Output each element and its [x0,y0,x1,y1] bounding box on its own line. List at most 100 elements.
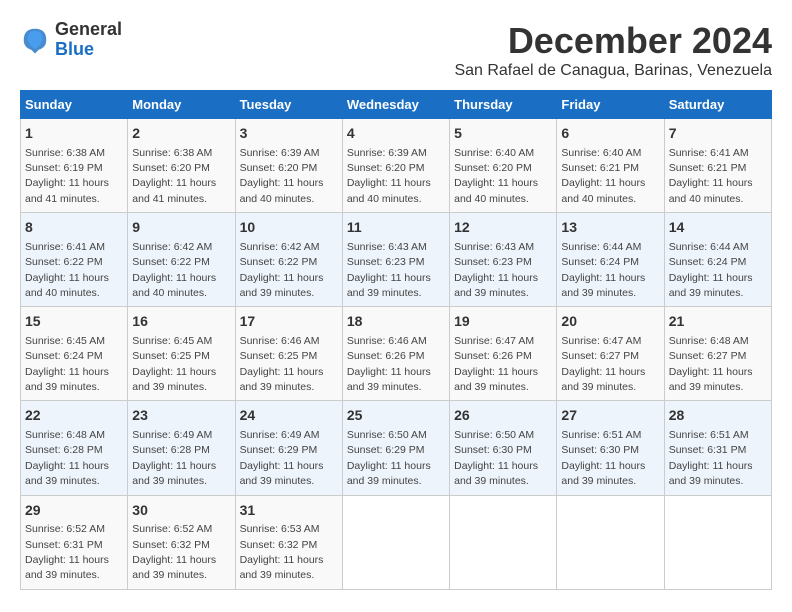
day-number: 17 [240,312,338,332]
day-number: 30 [132,501,230,521]
day-number: 5 [454,124,552,144]
day-header-thursday: Thursday [450,91,557,119]
calendar-day-14: 14 Sunrise: 6:44 AMSunset: 6:24 PMDaylig… [664,213,771,307]
day-number: 26 [454,406,552,426]
calendar-day-19: 19 Sunrise: 6:47 AMSunset: 6:26 PMDaylig… [450,307,557,401]
day-number: 9 [132,218,230,238]
title-block: December 2024 San Rafael de Canagua, Bar… [454,20,772,80]
calendar-week-2: 8 Sunrise: 6:41 AMSunset: 6:22 PMDayligh… [21,213,772,307]
calendar-day-28: 28 Sunrise: 6:51 AMSunset: 6:31 PMDaylig… [664,401,771,495]
calendar-day-26: 26 Sunrise: 6:50 AMSunset: 6:30 PMDaylig… [450,401,557,495]
day-info: Sunrise: 6:51 AMSunset: 6:31 PMDaylight:… [669,429,753,487]
day-header-saturday: Saturday [664,91,771,119]
calendar-day-11: 11 Sunrise: 6:43 AMSunset: 6:23 PMDaylig… [342,213,449,307]
day-info: Sunrise: 6:51 AMSunset: 6:30 PMDaylight:… [561,429,645,487]
day-info: Sunrise: 6:48 AMSunset: 6:27 PMDaylight:… [669,335,753,393]
day-info: Sunrise: 6:40 AMSunset: 6:21 PMDaylight:… [561,147,645,205]
day-header-monday: Monday [128,91,235,119]
logo-icon [20,25,50,55]
day-number: 27 [561,406,659,426]
calendar-day-15: 15 Sunrise: 6:45 AMSunset: 6:24 PMDaylig… [21,307,128,401]
calendar-day-21: 21 Sunrise: 6:48 AMSunset: 6:27 PMDaylig… [664,307,771,401]
day-info: Sunrise: 6:53 AMSunset: 6:32 PMDaylight:… [240,523,324,581]
month-title: December 2024 [454,20,772,62]
day-number: 19 [454,312,552,332]
day-number: 31 [240,501,338,521]
day-info: Sunrise: 6:38 AMSunset: 6:20 PMDaylight:… [132,147,216,205]
day-info: Sunrise: 6:49 AMSunset: 6:29 PMDaylight:… [240,429,324,487]
calendar-header-row: SundayMondayTuesdayWednesdayThursdayFrid… [21,91,772,119]
day-number: 2 [132,124,230,144]
day-number: 22 [25,406,123,426]
logo-blue: Blue [55,40,122,60]
calendar-day-5: 5 Sunrise: 6:40 AMSunset: 6:20 PMDayligh… [450,119,557,213]
logo-general: General [55,20,122,40]
day-number: 10 [240,218,338,238]
day-info: Sunrise: 6:52 AMSunset: 6:32 PMDaylight:… [132,523,216,581]
day-info: Sunrise: 6:42 AMSunset: 6:22 PMDaylight:… [240,241,324,299]
day-number: 25 [347,406,445,426]
day-header-sunday: Sunday [21,91,128,119]
calendar-day-1: 1 Sunrise: 6:38 AMSunset: 6:19 PMDayligh… [21,119,128,213]
logo-text: General Blue [55,20,122,60]
day-number: 29 [25,501,123,521]
day-info: Sunrise: 6:50 AMSunset: 6:29 PMDaylight:… [347,429,431,487]
calendar-day-30: 30 Sunrise: 6:52 AMSunset: 6:32 PMDaylig… [128,495,235,589]
day-info: Sunrise: 6:45 AMSunset: 6:24 PMDaylight:… [25,335,109,393]
day-number: 3 [240,124,338,144]
day-info: Sunrise: 6:38 AMSunset: 6:19 PMDaylight:… [25,147,109,205]
day-number: 6 [561,124,659,144]
day-number: 15 [25,312,123,332]
calendar-day-10: 10 Sunrise: 6:42 AMSunset: 6:22 PMDaylig… [235,213,342,307]
calendar-day-2: 2 Sunrise: 6:38 AMSunset: 6:20 PMDayligh… [128,119,235,213]
calendar-day-6: 6 Sunrise: 6:40 AMSunset: 6:21 PMDayligh… [557,119,664,213]
calendar-day-24: 24 Sunrise: 6:49 AMSunset: 6:29 PMDaylig… [235,401,342,495]
logo: General Blue [20,20,122,60]
calendar-day-8: 8 Sunrise: 6:41 AMSunset: 6:22 PMDayligh… [21,213,128,307]
empty-cell [342,495,449,589]
calendar-day-29: 29 Sunrise: 6:52 AMSunset: 6:31 PMDaylig… [21,495,128,589]
calendar-table: SundayMondayTuesdayWednesdayThursdayFrid… [20,90,772,590]
day-info: Sunrise: 6:39 AMSunset: 6:20 PMDaylight:… [240,147,324,205]
day-info: Sunrise: 6:44 AMSunset: 6:24 PMDaylight:… [561,241,645,299]
day-number: 16 [132,312,230,332]
day-number: 7 [669,124,767,144]
day-number: 28 [669,406,767,426]
day-info: Sunrise: 6:44 AMSunset: 6:24 PMDaylight:… [669,241,753,299]
calendar-day-12: 12 Sunrise: 6:43 AMSunset: 6:23 PMDaylig… [450,213,557,307]
calendar-day-17: 17 Sunrise: 6:46 AMSunset: 6:25 PMDaylig… [235,307,342,401]
calendar-week-4: 22 Sunrise: 6:48 AMSunset: 6:28 PMDaylig… [21,401,772,495]
day-info: Sunrise: 6:43 AMSunset: 6:23 PMDaylight:… [347,241,431,299]
empty-cell [450,495,557,589]
day-info: Sunrise: 6:40 AMSunset: 6:20 PMDaylight:… [454,147,538,205]
day-header-tuesday: Tuesday [235,91,342,119]
location-title: San Rafael de Canagua, Barinas, Venezuel… [454,62,772,80]
calendar-day-4: 4 Sunrise: 6:39 AMSunset: 6:20 PMDayligh… [342,119,449,213]
calendar-day-7: 7 Sunrise: 6:41 AMSunset: 6:21 PMDayligh… [664,119,771,213]
calendar-week-5: 29 Sunrise: 6:52 AMSunset: 6:31 PMDaylig… [21,495,772,589]
calendar-day-27: 27 Sunrise: 6:51 AMSunset: 6:30 PMDaylig… [557,401,664,495]
day-number: 24 [240,406,338,426]
calendar-day-25: 25 Sunrise: 6:50 AMSunset: 6:29 PMDaylig… [342,401,449,495]
empty-cell [664,495,771,589]
day-header-wednesday: Wednesday [342,91,449,119]
day-info: Sunrise: 6:47 AMSunset: 6:27 PMDaylight:… [561,335,645,393]
day-number: 11 [347,218,445,238]
calendar-day-23: 23 Sunrise: 6:49 AMSunset: 6:28 PMDaylig… [128,401,235,495]
calendar-week-3: 15 Sunrise: 6:45 AMSunset: 6:24 PMDaylig… [21,307,772,401]
day-info: Sunrise: 6:45 AMSunset: 6:25 PMDaylight:… [132,335,216,393]
calendar-day-18: 18 Sunrise: 6:46 AMSunset: 6:26 PMDaylig… [342,307,449,401]
day-info: Sunrise: 6:43 AMSunset: 6:23 PMDaylight:… [454,241,538,299]
day-info: Sunrise: 6:48 AMSunset: 6:28 PMDaylight:… [25,429,109,487]
calendar-day-22: 22 Sunrise: 6:48 AMSunset: 6:28 PMDaylig… [21,401,128,495]
day-info: Sunrise: 6:39 AMSunset: 6:20 PMDaylight:… [347,147,431,205]
calendar-day-9: 9 Sunrise: 6:42 AMSunset: 6:22 PMDayligh… [128,213,235,307]
day-info: Sunrise: 6:52 AMSunset: 6:31 PMDaylight:… [25,523,109,581]
day-info: Sunrise: 6:50 AMSunset: 6:30 PMDaylight:… [454,429,538,487]
day-number: 23 [132,406,230,426]
calendar-week-1: 1 Sunrise: 6:38 AMSunset: 6:19 PMDayligh… [21,119,772,213]
day-info: Sunrise: 6:46 AMSunset: 6:26 PMDaylight:… [347,335,431,393]
empty-cell [557,495,664,589]
calendar-day-16: 16 Sunrise: 6:45 AMSunset: 6:25 PMDaylig… [128,307,235,401]
day-number: 1 [25,124,123,144]
